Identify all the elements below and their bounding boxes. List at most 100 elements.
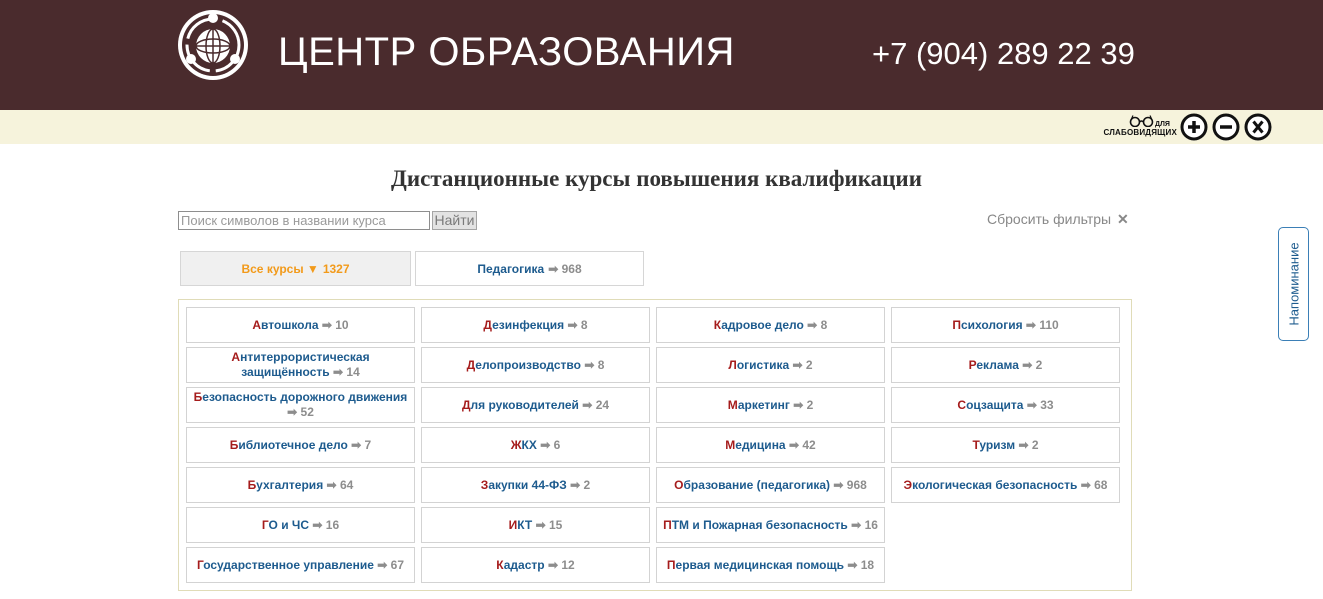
category-name: иблиотечное дело [238,437,348,452]
low-vision-toggle[interactable]: ДЛЯ СЛАБОВИДЯЩИХ [1097,114,1177,140]
search-input[interactable] [178,211,430,230]
category-count-value: 52 [300,405,314,419]
category-text: ЖКХ ➡ 6 [511,438,561,453]
category-item[interactable]: Закупки 44-ФЗ ➡ 2 [421,467,650,503]
category-first-letter: Д [483,317,493,332]
category-item[interactable]: ИКТ ➡ 15 [421,507,650,543]
arrow-right-icon: ➡ [312,517,323,532]
category-count: ➡ 10 [322,318,349,332]
category-item[interactable]: Бухгалтерия ➡ 64 [186,467,415,503]
close-icon: ✕ [1116,211,1129,227]
category-count: ➡ 18 [847,558,874,572]
category-item[interactable]: Безопасность дорожного движения ➡ 52 [186,387,415,423]
category-name: О и ЧС [268,517,310,532]
category-name: езопасность дорожного движения [202,390,408,404]
category-item[interactable]: Экологическая безопасность ➡ 68 [891,467,1120,503]
category-item[interactable]: Образование (педагогика) ➡ 968 [656,467,885,503]
tab-count-value: 968 [561,261,582,276]
category-count: ➡ 2 [1022,358,1042,372]
category-first-letter: Ж [510,437,522,452]
arrow-right-icon: ➡ [793,397,804,412]
globe-logo-icon[interactable] [177,9,249,81]
category-item[interactable]: Маркетинг ➡ 2 [656,387,885,423]
search-button[interactable]: Найти [432,211,477,230]
category-item[interactable]: Соцзащита ➡ 33 [891,387,1120,423]
category-count: ➡ 7 [351,438,371,452]
arrow-right-icon: ➡ [567,317,578,332]
category-count: ➡ 110 [1026,318,1059,332]
category-first-letter: А [231,350,241,364]
minus-circle-icon[interactable] [1212,113,1240,141]
arrow-right-icon: ➡ [332,365,344,379]
category-item[interactable]: Первая медицинская помощь ➡ 18 [656,547,885,583]
category-first-letter: Б [247,477,257,492]
tab-label: Все курсы ▼ [241,261,319,276]
category-name: уризм [979,437,1016,452]
plus-circle-icon[interactable] [1180,113,1208,141]
tab-count: ➡ 968 [548,262,581,276]
category-count-value: 16 [864,517,878,532]
category-first-letter: Д [461,397,471,412]
category-item[interactable]: ЖКХ ➡ 6 [421,427,650,463]
category-item[interactable]: Медицина ➡ 42 [656,427,885,463]
arrow-right-icon: ➡ [584,357,595,372]
category-text: Делопроизводство ➡ 8 [467,358,605,373]
category-item[interactable]: ПТМ и Пожарная безопасность ➡ 16 [656,507,885,543]
category-item[interactable]: Психология ➡ 110 [891,307,1120,343]
category-item[interactable]: Туризм ➡ 2 [891,427,1120,463]
category-item[interactable]: Антитеррористическая защищённость ➡ 14 [186,347,415,383]
arrow-right-icon: ➡ [851,517,862,532]
category-name: адровое дело [721,317,804,332]
category-item[interactable]: ГО и ЧС ➡ 16 [186,507,415,543]
category-name: акупки 44-ФЗ [488,477,567,492]
arrow-right-icon: ➡ [833,477,844,492]
category-count: ➡ 2 [792,358,812,372]
reminder-tab[interactable]: Напоминание [1278,227,1309,341]
category-text: Антитеррористическая защищённость ➡ 14 [189,350,412,380]
category-name: езинфекция [492,317,565,332]
category-text: Автошкола ➡ 10 [252,318,348,333]
x-circle-icon[interactable] [1244,113,1272,141]
category-item[interactable]: Автошкола ➡ 10 [186,307,415,343]
category-item[interactable]: Делопроизводство ➡ 8 [421,347,650,383]
category-name: сихология [960,317,1023,332]
category-count: ➡ 33 [1027,398,1054,412]
tab-all-courses[interactable]: Все курсы ▼ 1327 [180,251,411,286]
arrow-right-icon: ➡ [351,437,362,452]
category-count-value: 42 [802,437,816,452]
category-count: ➡ 67 [377,558,404,572]
category-item[interactable]: Библиотечное дело ➡ 7 [186,427,415,463]
category-first-letter: О [674,477,684,492]
category-item[interactable]: Государственное управление ➡ 67 [186,547,415,583]
category-count: ➡ 12 [548,558,575,572]
category-item[interactable]: Кадровое дело ➡ 8 [656,307,885,343]
category-count: ➡ 6 [540,438,560,452]
category-text: Для руководителей ➡ 24 [462,398,609,413]
category-item[interactable]: Логистика ➡ 2 [656,347,885,383]
reset-filters-link[interactable]: Сбросить фильтры ✕ [987,211,1129,228]
category-name: КТ [517,517,533,532]
category-name: оцзащита [966,397,1024,412]
phone-number[interactable]: +7 (904) 289 22 39 [872,36,1135,72]
category-item[interactable]: Кадастр ➡ 12 [421,547,650,583]
category-count: ➡ 14 [333,365,360,379]
category-item[interactable]: Дезинфекция ➡ 8 [421,307,650,343]
category-text: Реклама ➡ 2 [969,358,1043,373]
category-name: аркетинг [737,397,790,412]
tab-pedagogy[interactable]: Педагогика ➡ 968 [415,251,644,286]
category-first-letter: М [727,397,738,412]
category-count-value: 2 [806,397,814,412]
site-header: ЦЕНТР ОБРАЗОВАНИЯ +7 (904) 289 22 39 [0,0,1323,110]
site-title[interactable]: ЦЕНТР ОБРАЗОВАНИЯ [278,30,735,75]
category-first-letter: Д [466,357,476,372]
category-count-value: 24 [595,397,610,412]
category-name: ервая медицинская помощь [675,557,844,572]
category-count: ➡ 2 [570,478,590,492]
category-item[interactable]: Для руководителей ➡ 24 [421,387,650,423]
category-first-letter: А [252,317,262,332]
category-count: ➡ 64 [327,478,354,492]
category-item[interactable]: Реклама ➡ 2 [891,347,1120,383]
category-text: ГО и ЧС ➡ 16 [262,518,339,533]
category-count-value: 15 [548,517,563,532]
category-count: ➡ 2 [1018,438,1038,452]
